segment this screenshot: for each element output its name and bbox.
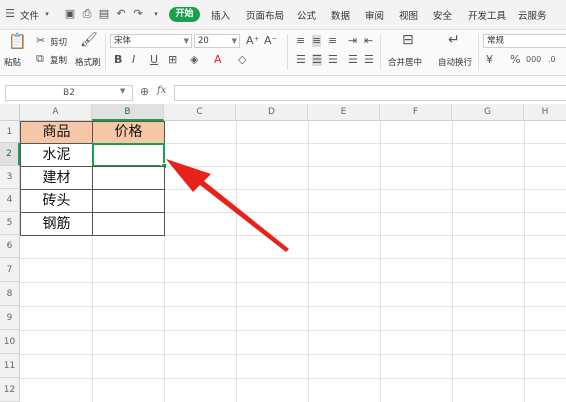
annotation-arrow [166, 159, 289, 252]
arrow-icon [166, 159, 289, 252]
